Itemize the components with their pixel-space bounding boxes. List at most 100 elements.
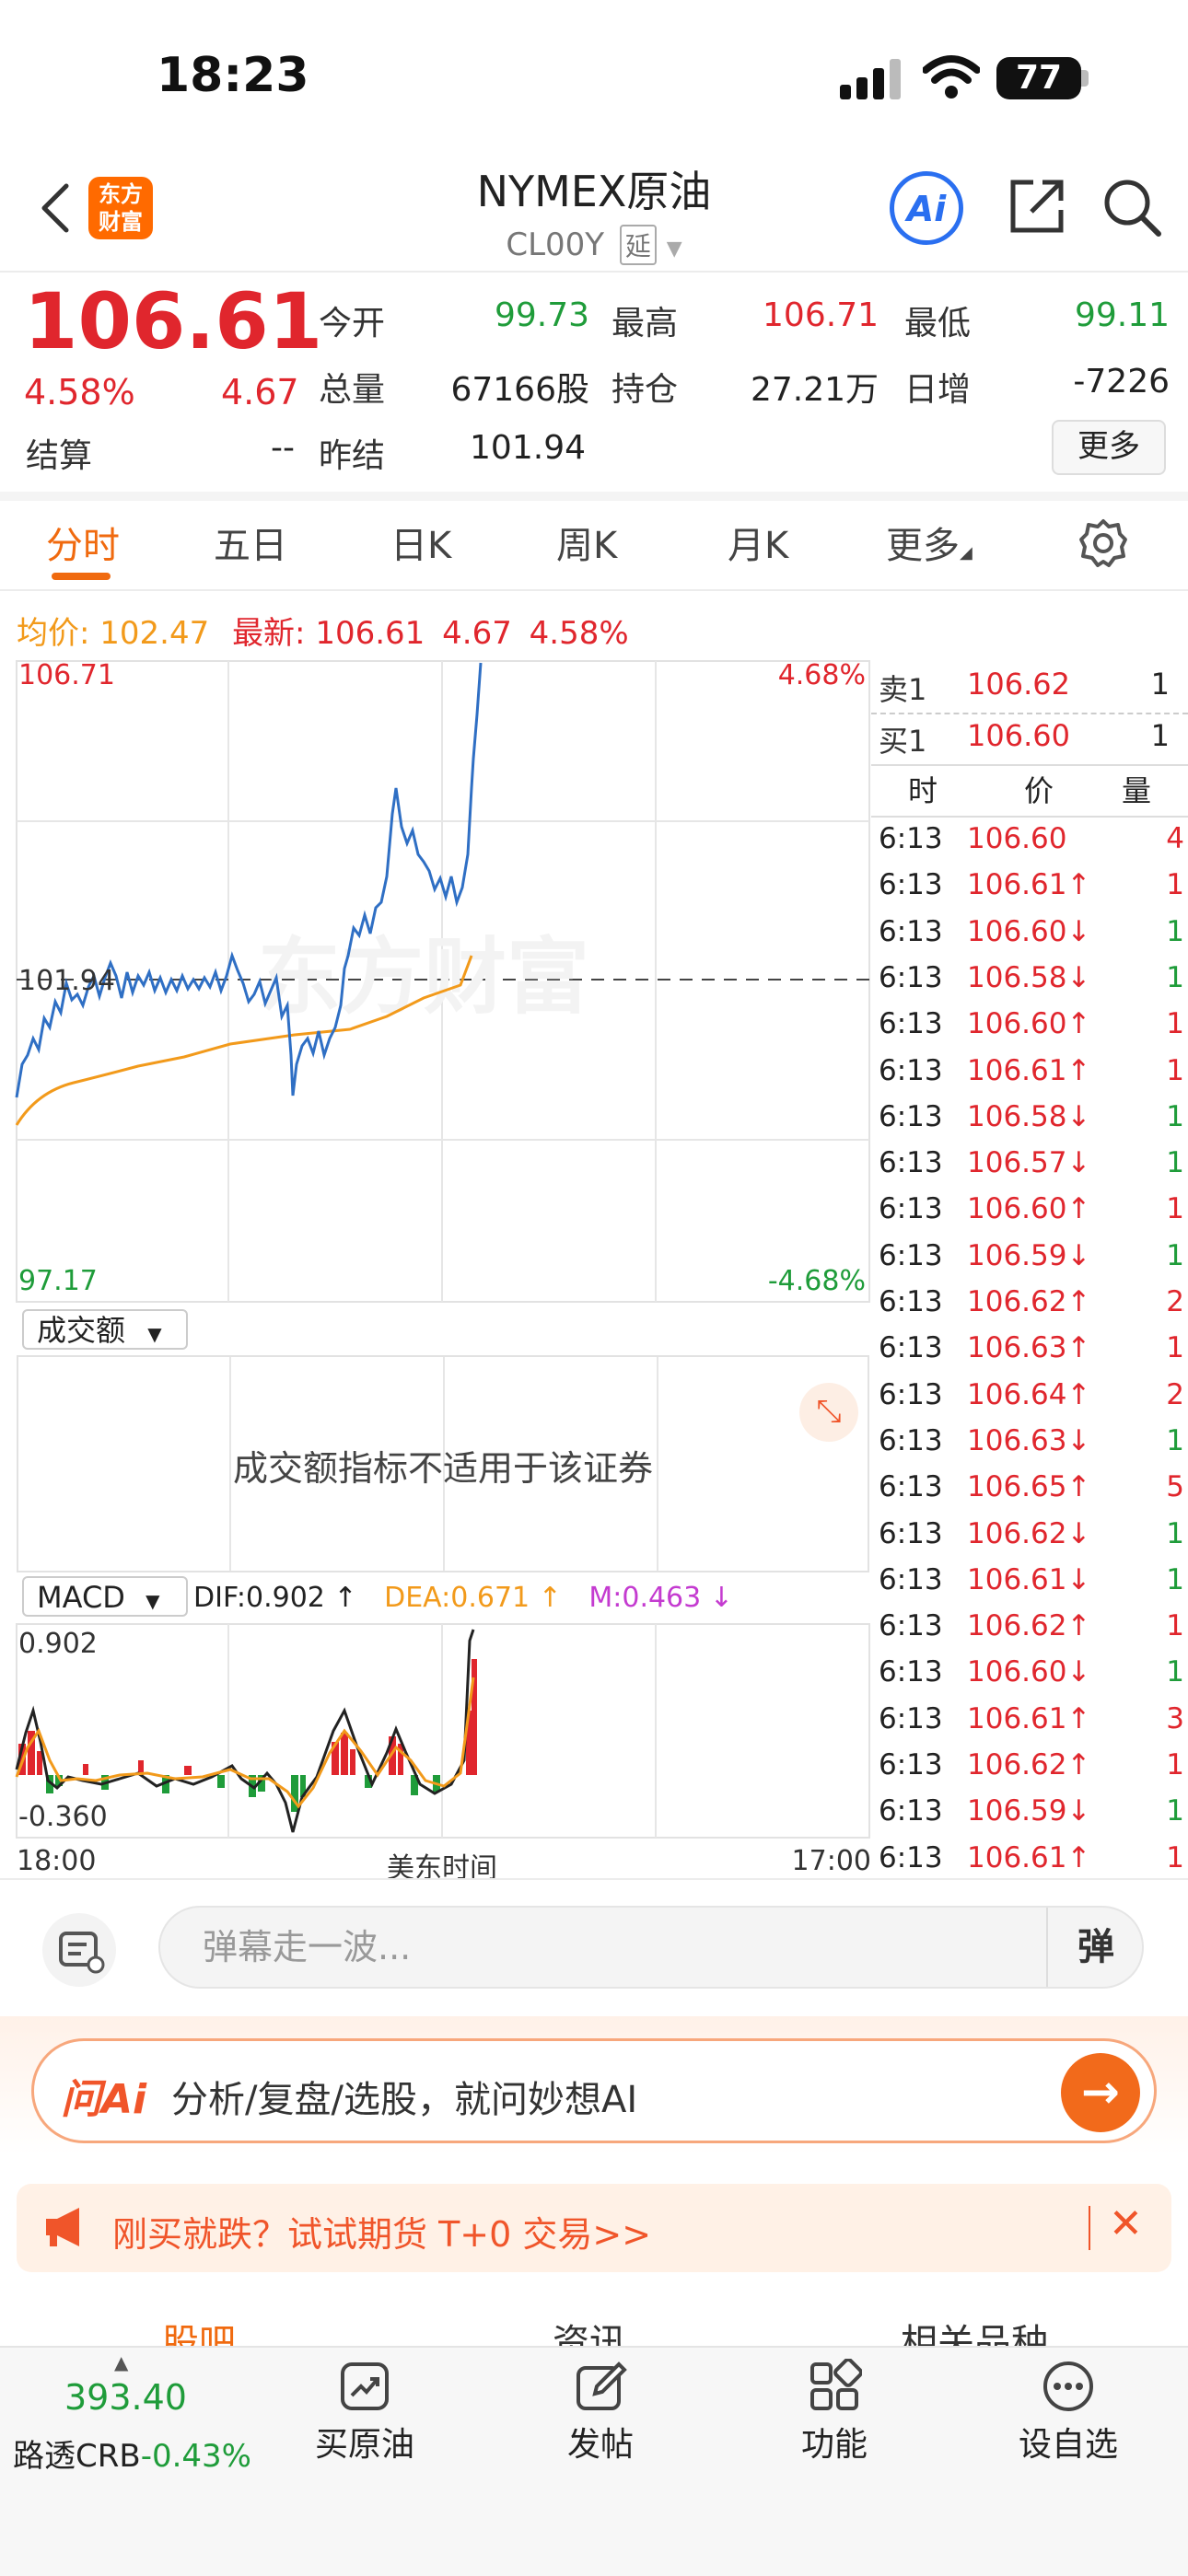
grid-icon: [810, 2358, 863, 2410]
tick-qty: 4: [1166, 822, 1184, 855]
tab-daily-k[interactable]: 日K: [390, 516, 451, 569]
comment-list-icon[interactable]: [42, 1913, 116, 1987]
nav-add-watchlist[interactable]: 设自选: [1013, 2359, 1124, 2466]
book-header-divider: [871, 764, 1188, 766]
ask-ai-logo: 问Ai: [61, 2076, 147, 2123]
more-dots-icon: [1043, 2361, 1093, 2411]
tick-time: 6:13: [879, 1377, 943, 1411]
macd-chart[interactable]: [0, 1622, 871, 1878]
tab-intraday[interactable]: 分时: [46, 516, 120, 569]
expand-icon[interactable]: ⤡: [799, 1383, 858, 1442]
ai-button[interactable]: Ai: [890, 171, 963, 245]
x-axis-end: 17:00: [791, 1845, 871, 1877]
tick-price: 106.59↓: [967, 1238, 1091, 1272]
tab-monthly-k[interactable]: 月K: [728, 516, 788, 569]
open-label: 今开: [319, 305, 386, 342]
tab-five-day[interactable]: 五日: [214, 516, 287, 569]
x-axis-start: 18:00: [17, 1845, 97, 1877]
crb-label-line[interactable]: 路透CRB-0.43%: [13, 2431, 251, 2476]
volume-value: 67166股: [450, 371, 589, 409]
tick-row: 6:13 106.57↓ 1: [871, 1140, 1188, 1186]
tab-weekly-k[interactable]: 周K: [556, 516, 617, 569]
tick-price: 106.59↓: [967, 1794, 1091, 1828]
tick-qty: 1: [1166, 914, 1184, 948]
tick-qty: 1: [1166, 1238, 1184, 1272]
open-interest-value: 27.21万: [750, 371, 879, 409]
y-axis-top: 106.71: [18, 659, 115, 691]
arrow-right-icon[interactable]: →: [1061, 2053, 1140, 2132]
book-divider: [871, 713, 1188, 714]
tick-row: 6:13 106.63↓ 1: [871, 1418, 1188, 1464]
tick-row: 6:13 106.62↓ 1: [871, 1511, 1188, 1557]
buy-1-qty: 1: [1150, 718, 1170, 753]
volume-indicator-label: 成交额: [37, 1313, 126, 1348]
sell-1-price[interactable]: 106.62: [967, 667, 1070, 702]
search-icon[interactable]: [1101, 177, 1162, 238]
tick-row: 6:13 106.60 4: [871, 816, 1188, 862]
tick-row: 6:13 106.63↑ 1: [871, 1325, 1188, 1371]
macd-axis-bottom: -0.360: [18, 1801, 108, 1833]
tick-row: 6:13 106.58↓ 1: [871, 955, 1188, 1001]
tick-qty: 1: [1166, 1516, 1184, 1550]
tabs-divider: [0, 589, 1188, 591]
tab-more[interactable]: 更多◢: [886, 516, 973, 569]
pct-axis-bottom: -4.68%: [767, 1265, 866, 1297]
settings-gear-icon[interactable]: [1077, 517, 1129, 569]
latest-percent: 4.58%: [529, 615, 629, 652]
promo-text[interactable]: 刚买就跌？试试期货 T+0 交易>>: [112, 2206, 651, 2257]
tick-qty: 1: [1166, 1099, 1184, 1133]
tick-row: 6:13 106.61↑ 1: [871, 1048, 1188, 1094]
close-icon[interactable]: ✕: [1109, 2200, 1143, 2247]
tick-time: 6:13: [879, 1701, 943, 1735]
tick-row: 6:13 106.60↓ 1: [871, 1649, 1188, 1695]
tick-qty: 3: [1166, 1701, 1184, 1735]
nav-post-label: 发帖: [566, 2426, 634, 2464]
share-icon[interactable]: [1007, 177, 1066, 236]
danmu-input[interactable]: 弹幕走一波...: [158, 1906, 1144, 1989]
tick-row: 6:13 106.62↑ 1: [871, 1603, 1188, 1649]
battery-indicator: 77: [996, 57, 1081, 99]
promo-separator: [1089, 2206, 1090, 2250]
tick-price: 106.64↑: [967, 1377, 1091, 1411]
tick-row: 6:13 106.58↓ 1: [871, 1094, 1188, 1140]
sell-1-label: 卖1: [879, 672, 927, 707]
chevron-down-icon: ▼: [147, 1323, 162, 1345]
volume-indicator-select[interactable]: 成交额 ▼: [22, 1309, 188, 1350]
intraday-price-chart[interactable]: 东方财富: [0, 659, 871, 1304]
nav-buy-crude[interactable]: 买原油: [309, 2359, 420, 2466]
col-time: 时: [908, 773, 938, 808]
latest-value: 106.61: [315, 615, 425, 652]
tick-time: 6:13: [879, 1655, 943, 1689]
more-quote-button[interactable]: 更多: [1052, 420, 1166, 475]
crb-ticker[interactable]: 393.40: [64, 2377, 187, 2418]
crb-label: 路透CRB: [13, 2438, 141, 2475]
danmu-toggle-button[interactable]: 弹: [1046, 1908, 1144, 1987]
daily-increase-label: 日增: [904, 371, 972, 409]
tick-qty: 1: [1166, 868, 1184, 902]
tick-price: 106.62↑: [967, 1748, 1091, 1781]
tick-time: 6:13: [879, 960, 943, 994]
nav-post[interactable]: 发帖: [545, 2359, 656, 2466]
y-axis-mid: 101.94: [18, 965, 115, 997]
chart-bottom-divider: [0, 1878, 1188, 1880]
tick-price: 106.61↑: [967, 1701, 1091, 1735]
open-value: 99.73: [494, 296, 589, 334]
macd-indicator-select[interactable]: MACD ▼: [22, 1576, 188, 1617]
nav-functions[interactable]: 功能: [779, 2358, 890, 2466]
volume-label: 总量: [319, 371, 386, 409]
tick-qty: 1: [1166, 1331, 1184, 1365]
tab-more-label: 更多: [886, 525, 960, 567]
tick-qty: 1: [1166, 1192, 1184, 1226]
tick-qty: 1: [1166, 1794, 1184, 1828]
tick-price: 106.61↑: [967, 1053, 1091, 1087]
col-qty: 量: [1122, 773, 1152, 808]
tick-row: 6:13 106.65↑ 5: [871, 1464, 1188, 1510]
sell-1-qty: 1: [1150, 667, 1170, 702]
tick-time: 6:13: [879, 1053, 943, 1087]
buy-1-price[interactable]: 106.60: [967, 718, 1070, 753]
tick-row: 6:13 106.61↑ 1: [871, 862, 1188, 908]
tick-time: 6:13: [879, 1840, 943, 1874]
tick-price: 106.61↓: [967, 1562, 1091, 1596]
tick-qty: 1: [1166, 1423, 1184, 1457]
tick-row: 6:13 106.62↑ 1: [871, 1742, 1188, 1788]
